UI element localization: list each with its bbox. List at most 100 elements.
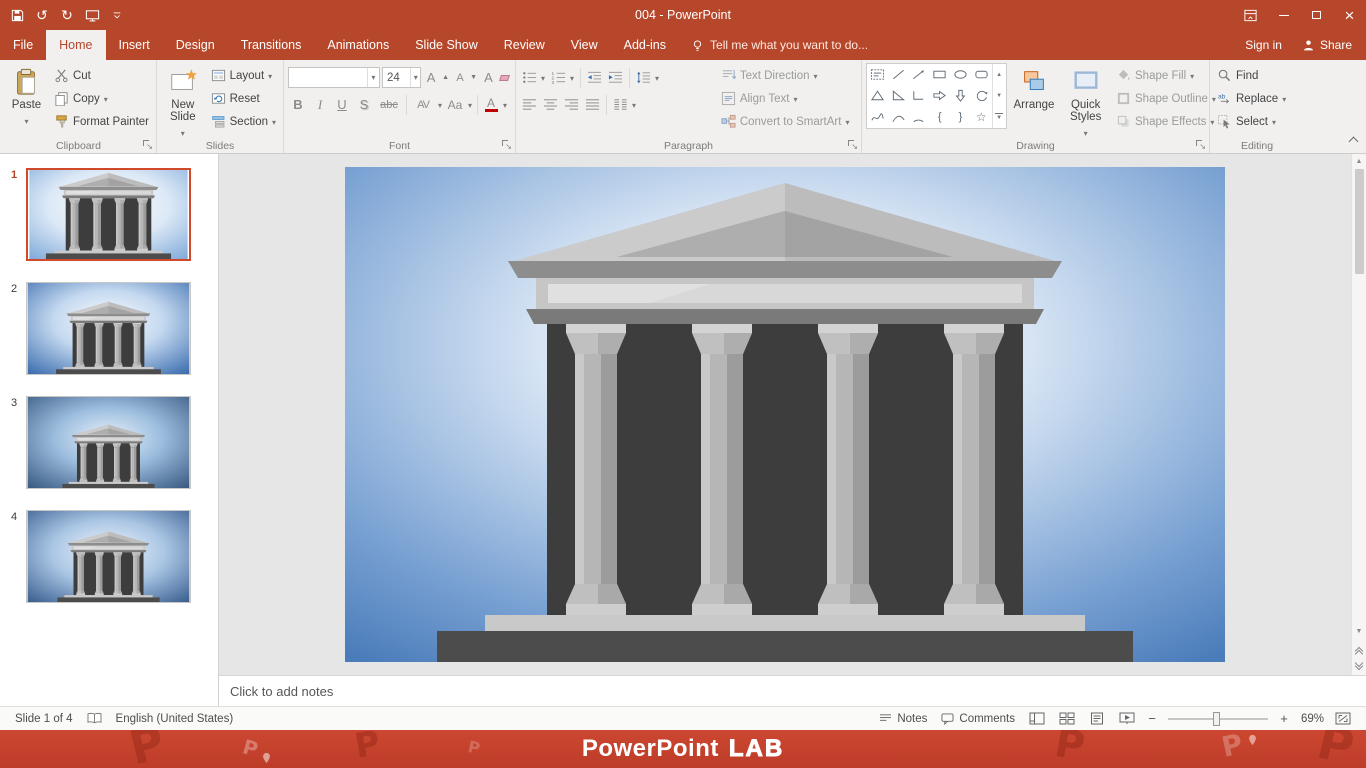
shape-rounded-rectangle[interactable] bbox=[971, 64, 992, 85]
ribbon-display-options-button[interactable] bbox=[1234, 0, 1267, 30]
shape-rectangle[interactable] bbox=[929, 64, 950, 85]
shape-triangle[interactable] bbox=[867, 85, 888, 106]
shrink-font-button[interactable]: A bbox=[453, 67, 479, 88]
shape-arrow-right[interactable] bbox=[929, 85, 950, 106]
font-name-input[interactable] bbox=[289, 68, 367, 87]
tab-slide-show[interactable]: Slide Show bbox=[402, 30, 491, 60]
slide-thumbnail-1[interactable] bbox=[26, 168, 191, 261]
tab-design[interactable]: Design bbox=[163, 30, 228, 60]
section-button[interactable]: Section bbox=[208, 111, 279, 132]
paste-button[interactable]: Paste bbox=[5, 63, 48, 136]
cut-button[interactable]: Cut bbox=[51, 65, 152, 86]
share-button[interactable]: Share bbox=[1302, 38, 1352, 52]
bullets-button[interactable] bbox=[520, 67, 547, 88]
paste-dropdown[interactable] bbox=[24, 113, 28, 127]
scrollbar-thumb[interactable] bbox=[1354, 169, 1364, 274]
underline-button[interactable]: U bbox=[332, 94, 352, 115]
italic-button[interactable]: I bbox=[310, 94, 330, 115]
reading-view-button[interactable] bbox=[1082, 707, 1112, 730]
close-button[interactable] bbox=[1333, 0, 1366, 30]
vertical-scrollbar[interactable] bbox=[1351, 154, 1366, 675]
tab-review[interactable]: Review bbox=[491, 30, 558, 60]
align-right-button[interactable] bbox=[562, 94, 581, 115]
slide-editing-surface[interactable] bbox=[345, 167, 1225, 662]
scroll-up-button[interactable] bbox=[1356, 154, 1363, 169]
quick-styles-button[interactable]: Quick Styles bbox=[1061, 63, 1110, 136]
line-spacing-button[interactable] bbox=[634, 67, 661, 88]
copy-button[interactable]: Copy bbox=[51, 88, 152, 109]
zoom-slider[interactable] bbox=[1168, 711, 1268, 726]
font-name-combo[interactable] bbox=[288, 67, 380, 88]
grow-font-button[interactable]: A bbox=[423, 67, 451, 88]
sign-in-link[interactable]: Sign in bbox=[1245, 38, 1282, 52]
comments-toggle-button[interactable]: Comments bbox=[934, 707, 1022, 730]
convert-to-smartart-button[interactable]: Convert to SmartArt bbox=[718, 111, 857, 132]
align-left-button[interactable] bbox=[520, 94, 539, 115]
strikethrough-button[interactable]: abc bbox=[376, 94, 402, 115]
start-from-beginning-button[interactable] bbox=[80, 3, 104, 27]
shape-circular-arrow[interactable] bbox=[971, 85, 992, 106]
text-direction-button[interactable]: Text Direction bbox=[718, 65, 857, 86]
shapes-scroll-down[interactable] bbox=[993, 85, 1006, 106]
shape-arrow-down[interactable] bbox=[950, 85, 971, 106]
shapes-scroll-up[interactable] bbox=[993, 64, 1006, 85]
collapse-ribbon-button[interactable] bbox=[1348, 136, 1359, 147]
font-dialog-launcher[interactable] bbox=[502, 140, 512, 151]
text-shadow-button[interactable]: S bbox=[354, 94, 374, 115]
format-painter-button[interactable]: Format Painter bbox=[51, 111, 152, 132]
slide-show-button[interactable] bbox=[1112, 707, 1142, 730]
zoom-slider-thumb[interactable] bbox=[1213, 711, 1220, 726]
shape-star[interactable] bbox=[971, 107, 992, 128]
normal-view-button[interactable] bbox=[1022, 707, 1052, 730]
tab-insert[interactable]: Insert bbox=[106, 30, 163, 60]
find-button[interactable]: Find bbox=[1214, 65, 1289, 86]
notes-toggle-button[interactable]: Notes bbox=[872, 707, 934, 730]
tab-transitions[interactable]: Transitions bbox=[228, 30, 315, 60]
language-indicator[interactable]: English (United States) bbox=[109, 707, 241, 730]
fit-slide-to-window-button[interactable] bbox=[1328, 707, 1358, 730]
spell-check-button[interactable] bbox=[80, 707, 109, 730]
change-case-button[interactable]: Aa bbox=[445, 94, 473, 115]
bold-button[interactable]: B bbox=[288, 94, 308, 115]
shape-arrow-line[interactable] bbox=[909, 64, 930, 85]
undo-button[interactable] bbox=[30, 3, 54, 27]
zoom-in-button[interactable] bbox=[1274, 707, 1294, 730]
slide-thumbnail-2[interactable] bbox=[26, 282, 191, 375]
reset-button[interactable]: Reset bbox=[208, 88, 279, 109]
zoom-out-button[interactable] bbox=[1142, 707, 1162, 730]
increase-indent-button[interactable] bbox=[606, 67, 625, 88]
tab-animations[interactable]: Animations bbox=[314, 30, 402, 60]
shape-curve[interactable] bbox=[888, 107, 909, 128]
shape-arc[interactable] bbox=[909, 107, 930, 128]
maximize-button[interactable] bbox=[1300, 0, 1333, 30]
tab-file[interactable]: File bbox=[0, 30, 46, 60]
shape-oval[interactable] bbox=[950, 64, 971, 85]
shape-text-box[interactable] bbox=[867, 64, 888, 85]
paragraph-dialog-launcher[interactable] bbox=[848, 140, 858, 151]
slide-sorter-view-button[interactable] bbox=[1052, 707, 1082, 730]
drawing-dialog-launcher[interactable] bbox=[1196, 140, 1206, 151]
shape-elbow-connector[interactable] bbox=[909, 85, 930, 106]
tell-me-box[interactable]: Tell me what you want to do... bbox=[679, 30, 880, 60]
font-name-dropdown[interactable] bbox=[366, 68, 379, 87]
tab-home[interactable]: Home bbox=[46, 30, 106, 60]
shape-fill-button[interactable]: Shape Fill bbox=[1113, 65, 1205, 86]
redo-button[interactable] bbox=[55, 3, 79, 27]
previous-slide-button[interactable] bbox=[1354, 646, 1364, 659]
layout-button[interactable]: Layout bbox=[208, 65, 279, 86]
shape-effects-button[interactable]: Shape Effects bbox=[1113, 111, 1206, 132]
customize-qat-button[interactable] bbox=[105, 3, 129, 27]
slide-thumbnail-3[interactable] bbox=[26, 396, 191, 489]
select-button[interactable]: Select bbox=[1214, 111, 1289, 132]
save-button[interactable] bbox=[5, 3, 29, 27]
numbering-button[interactable]: 123 bbox=[549, 67, 576, 88]
decrease-indent-button[interactable] bbox=[585, 67, 604, 88]
scroll-down-button[interactable] bbox=[1356, 624, 1363, 639]
clear-formatting-button[interactable]: A bbox=[481, 67, 511, 88]
notes-pane[interactable]: Click to add notes bbox=[219, 675, 1366, 706]
clipboard-dialog-launcher[interactable] bbox=[143, 140, 153, 151]
shape-right-brace[interactable] bbox=[950, 107, 971, 128]
shapes-gallery-more[interactable] bbox=[993, 107, 1006, 128]
tab-view[interactable]: View bbox=[558, 30, 611, 60]
character-spacing-button[interactable]: AV bbox=[411, 94, 443, 115]
